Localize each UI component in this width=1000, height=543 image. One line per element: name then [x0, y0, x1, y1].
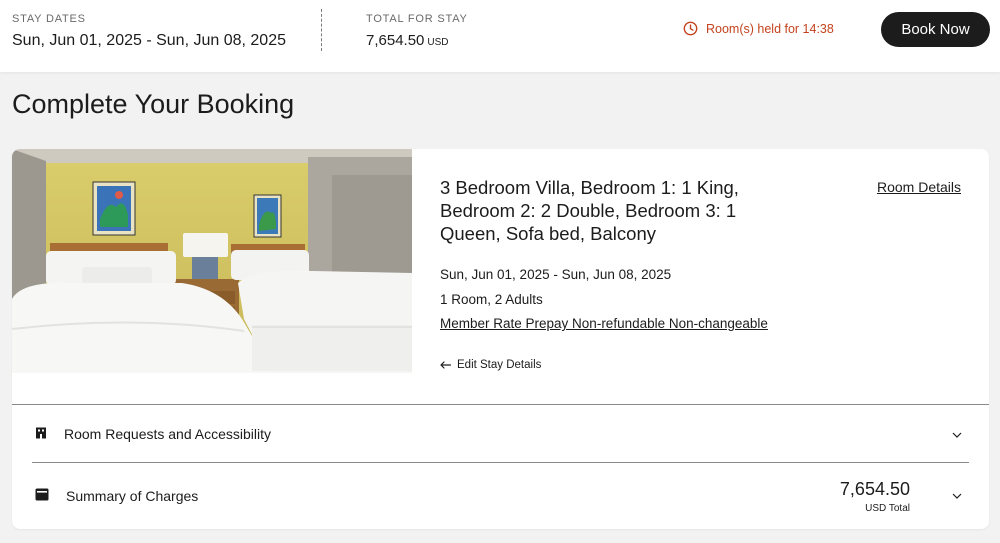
chevron-down-icon: [952, 432, 962, 438]
building-icon: [36, 427, 46, 439]
header-divider: [321, 9, 322, 51]
room-details-link[interactable]: Room Details: [877, 179, 961, 195]
rate-plan-link[interactable]: Member Rate Prepay Non-refundable Non-ch…: [440, 316, 768, 331]
stay-dates-block: STAY DATES Sun, Jun 01, 2025 - Sun, Jun …: [12, 13, 286, 50]
summary-of-charges-label: Summary of Charges: [66, 488, 199, 504]
total-value-line: 7,654.50 USD: [366, 32, 468, 49]
room-name: 3 Bedroom Villa, Bedroom 1: 1 King, Bedr…: [440, 177, 739, 244]
room-photo: [12, 149, 412, 373]
summary-of-charges-accordion[interactable]: Summary of Charges 7,654.50 USD Total: [12, 465, 989, 523]
booking-summary-bar: STAY DATES Sun, Jun 01, 2025 - Sun, Jun …: [0, 0, 1000, 72]
room-requests-label: Room Requests and Accessibility: [64, 426, 271, 442]
total-label: TOTAL FOR STAY: [366, 13, 468, 25]
hold-timer: Room(s) held for 14:38: [683, 21, 834, 36]
room-photo-illustration: [12, 149, 412, 373]
page-title: Complete Your Booking: [12, 89, 295, 119]
room-stay-dates: Sun, Jun 01, 2025 - Sun, Jun 08, 2025: [440, 267, 672, 282]
stay-dates-label: STAY DATES: [12, 13, 86, 25]
edit-stay-details-label: Edit Stay Details: [457, 359, 542, 371]
charges-unit: USD Total: [865, 503, 910, 514]
charges-amount: 7,654.50: [839, 479, 910, 499]
accordion-divider: [32, 462, 969, 463]
arrow-left-icon: [440, 361, 451, 369]
book-now-button[interactable]: Book Now: [881, 12, 990, 47]
hold-timer-text: Room(s) held for 14:38: [706, 21, 834, 36]
stay-dates-value: Sun, Jun 01, 2025 - Sun, Jun 08, 2025: [12, 32, 286, 49]
charges-total: 7,654.50 USD Total: [840, 479, 910, 514]
booking-card: 3 Bedroom Villa, Bedroom 1: 1 King, Bedr…: [12, 149, 989, 529]
chevron-down-icon: [952, 493, 962, 499]
section-divider: [12, 404, 989, 405]
room-guests: 1 Room, 2 Adults: [440, 292, 543, 307]
wallet-icon: [35, 488, 49, 501]
total-currency: USD: [427, 37, 449, 48]
total-block: TOTAL FOR STAY 7,654.50 USD: [366, 13, 468, 49]
edit-stay-details-link[interactable]: Edit Stay Details: [440, 359, 541, 371]
total-amount: 7,654.50: [366, 32, 425, 49]
room-requests-accordion[interactable]: Room Requests and Accessibility: [12, 406, 989, 464]
clock-icon: [683, 21, 698, 36]
